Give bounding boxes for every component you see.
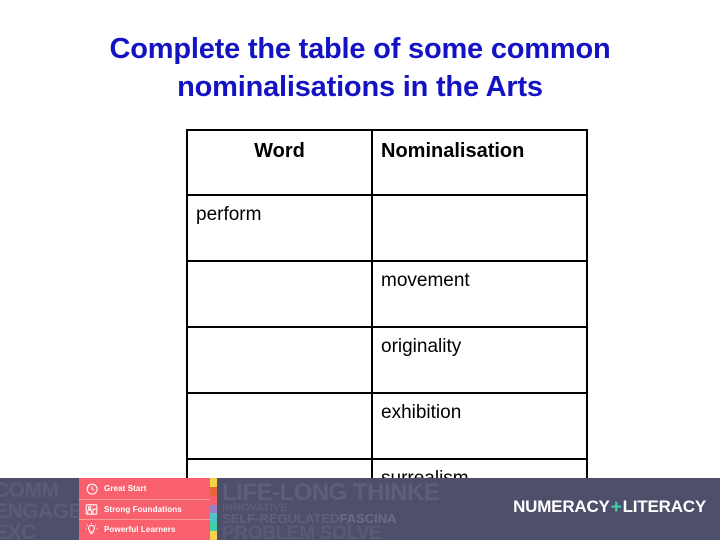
table-header-row: Word Nominalisation (186, 129, 588, 196)
brand-logo: NUMERACY + LITERACY (513, 497, 706, 517)
page-title-line-1: Complete the table of some common (109, 33, 611, 65)
colour-strip-segment (210, 478, 217, 487)
ghost-word: PROBLEM SOLVE (222, 523, 382, 540)
table-row: movement (186, 260, 588, 328)
clock-icon (86, 483, 98, 495)
slide-canvas: Complete the table of some common nomina… (0, 0, 720, 540)
cell-nominalisation[interactable] (371, 194, 588, 262)
colour-strip-segment (210, 504, 217, 514)
plus-icon: + (610, 496, 622, 518)
pillar-label: Powerful Learners (104, 525, 176, 535)
colour-strip (210, 478, 217, 540)
column-header-nominalisation: Nominalisation (371, 129, 588, 196)
cell-word[interactable] (186, 326, 373, 394)
cell-word[interactable]: perform (186, 194, 373, 262)
colour-strip-segment (210, 513, 217, 523)
building-icon (85, 504, 98, 515)
pillar-label: Great Start (104, 483, 147, 493)
cell-nominalisation[interactable]: originality (371, 326, 588, 394)
table-row: exhibition (186, 392, 588, 460)
pillar-great-start[interactable]: Great Start (79, 478, 210, 499)
column-header-word: Word (186, 129, 373, 196)
pillar-powerful-learners[interactable]: Powerful Learners (79, 519, 210, 540)
pillars-panel: Great Start Strong Foundations Powerful … (79, 478, 210, 540)
table-row: originality (186, 326, 588, 394)
colour-strip-segment (210, 531, 217, 540)
cell-word[interactable] (186, 392, 373, 460)
brand-logo-numeracy: NUMERACY (513, 497, 610, 516)
footer-banner: COMM ENGAGE EXC LIFE-LONG THINKE INNOVAT… (0, 478, 720, 540)
pillar-label: Strong Foundations (104, 504, 182, 514)
page-title: Complete the table of some common nomina… (0, 30, 720, 106)
page-title-line-2: nominalisations in the Arts (177, 71, 543, 103)
colour-strip-segment (210, 486, 217, 496)
cell-nominalisation[interactable]: exhibition (371, 392, 588, 460)
cell-nominalisation[interactable]: movement (371, 260, 588, 328)
brand-logo-literacy: LITERACY (622, 497, 707, 516)
colour-strip-segment (210, 495, 217, 505)
colour-strip-segment (210, 522, 217, 532)
cell-word[interactable] (186, 260, 373, 328)
lightbulb-icon (85, 523, 98, 535)
nominalisations-table: Word Nominalisation perform movement ori… (186, 129, 588, 526)
pillar-strong-foundations[interactable]: Strong Foundations (79, 498, 210, 520)
table-row: perform (186, 194, 588, 262)
